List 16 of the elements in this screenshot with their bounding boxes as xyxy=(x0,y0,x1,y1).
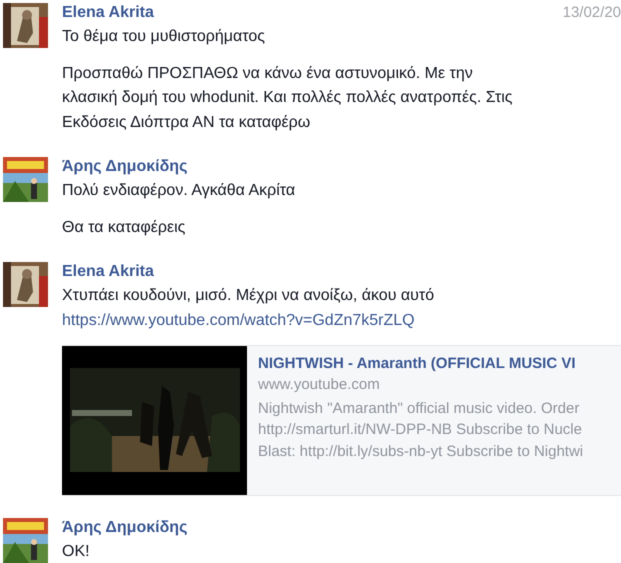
message-link[interactable]: https://www.youtube.com/watch?v=GdZn7k5rZLQ xyxy=(62,308,415,332)
preview-domain: www.youtube.com xyxy=(258,374,380,394)
preview-title[interactable]: NIGHTWISH - Amaranth (OFFICIAL MUSIC VI xyxy=(258,354,576,374)
author-name[interactable]: Elena Akrita xyxy=(62,3,154,23)
message-text: Προσπαθώ ΠΡΟΣΠΑΘΩ να κάνω ένα αστυνομικό. Με την κλασική δομή του whodunit. Και πολλές πολλές ανατροπές. Στις Εκδόσεις Διόπτρα ΑΝ τα καταφέρω xyxy=(62,64,514,132)
message-text: Το θέμα του μυθιστορήματος xyxy=(62,27,266,47)
author-name[interactable]: Elena Akrita xyxy=(62,262,154,282)
author-name[interactable]: Άρης Δημοκίδης xyxy=(62,518,188,538)
author-name[interactable]: Άρης Δημοκίδης xyxy=(62,157,188,177)
message-text: OK! xyxy=(62,542,91,562)
message-text: Πολύ ενδιαφέρον. Αγκάθα Ακρίτα xyxy=(62,181,296,201)
link-preview-card[interactable] xyxy=(62,344,621,496)
preview-description: Nightwish "Amaranth" official music video. Order http://smarturl.it/NW-DPP-NB Subscribe to Nucle Blast: http://bit.ly/subs-nb-yt Subscribe to Nightwi xyxy=(258,398,584,462)
message-text: Θα τα καταφέρεις xyxy=(62,218,186,238)
timestamp: 13/02/20 xyxy=(562,4,621,21)
message-text: Χτυπάει κουδούνι, μισό. Μέχρι να ανοίξω, άκου αυτό xyxy=(62,286,436,306)
